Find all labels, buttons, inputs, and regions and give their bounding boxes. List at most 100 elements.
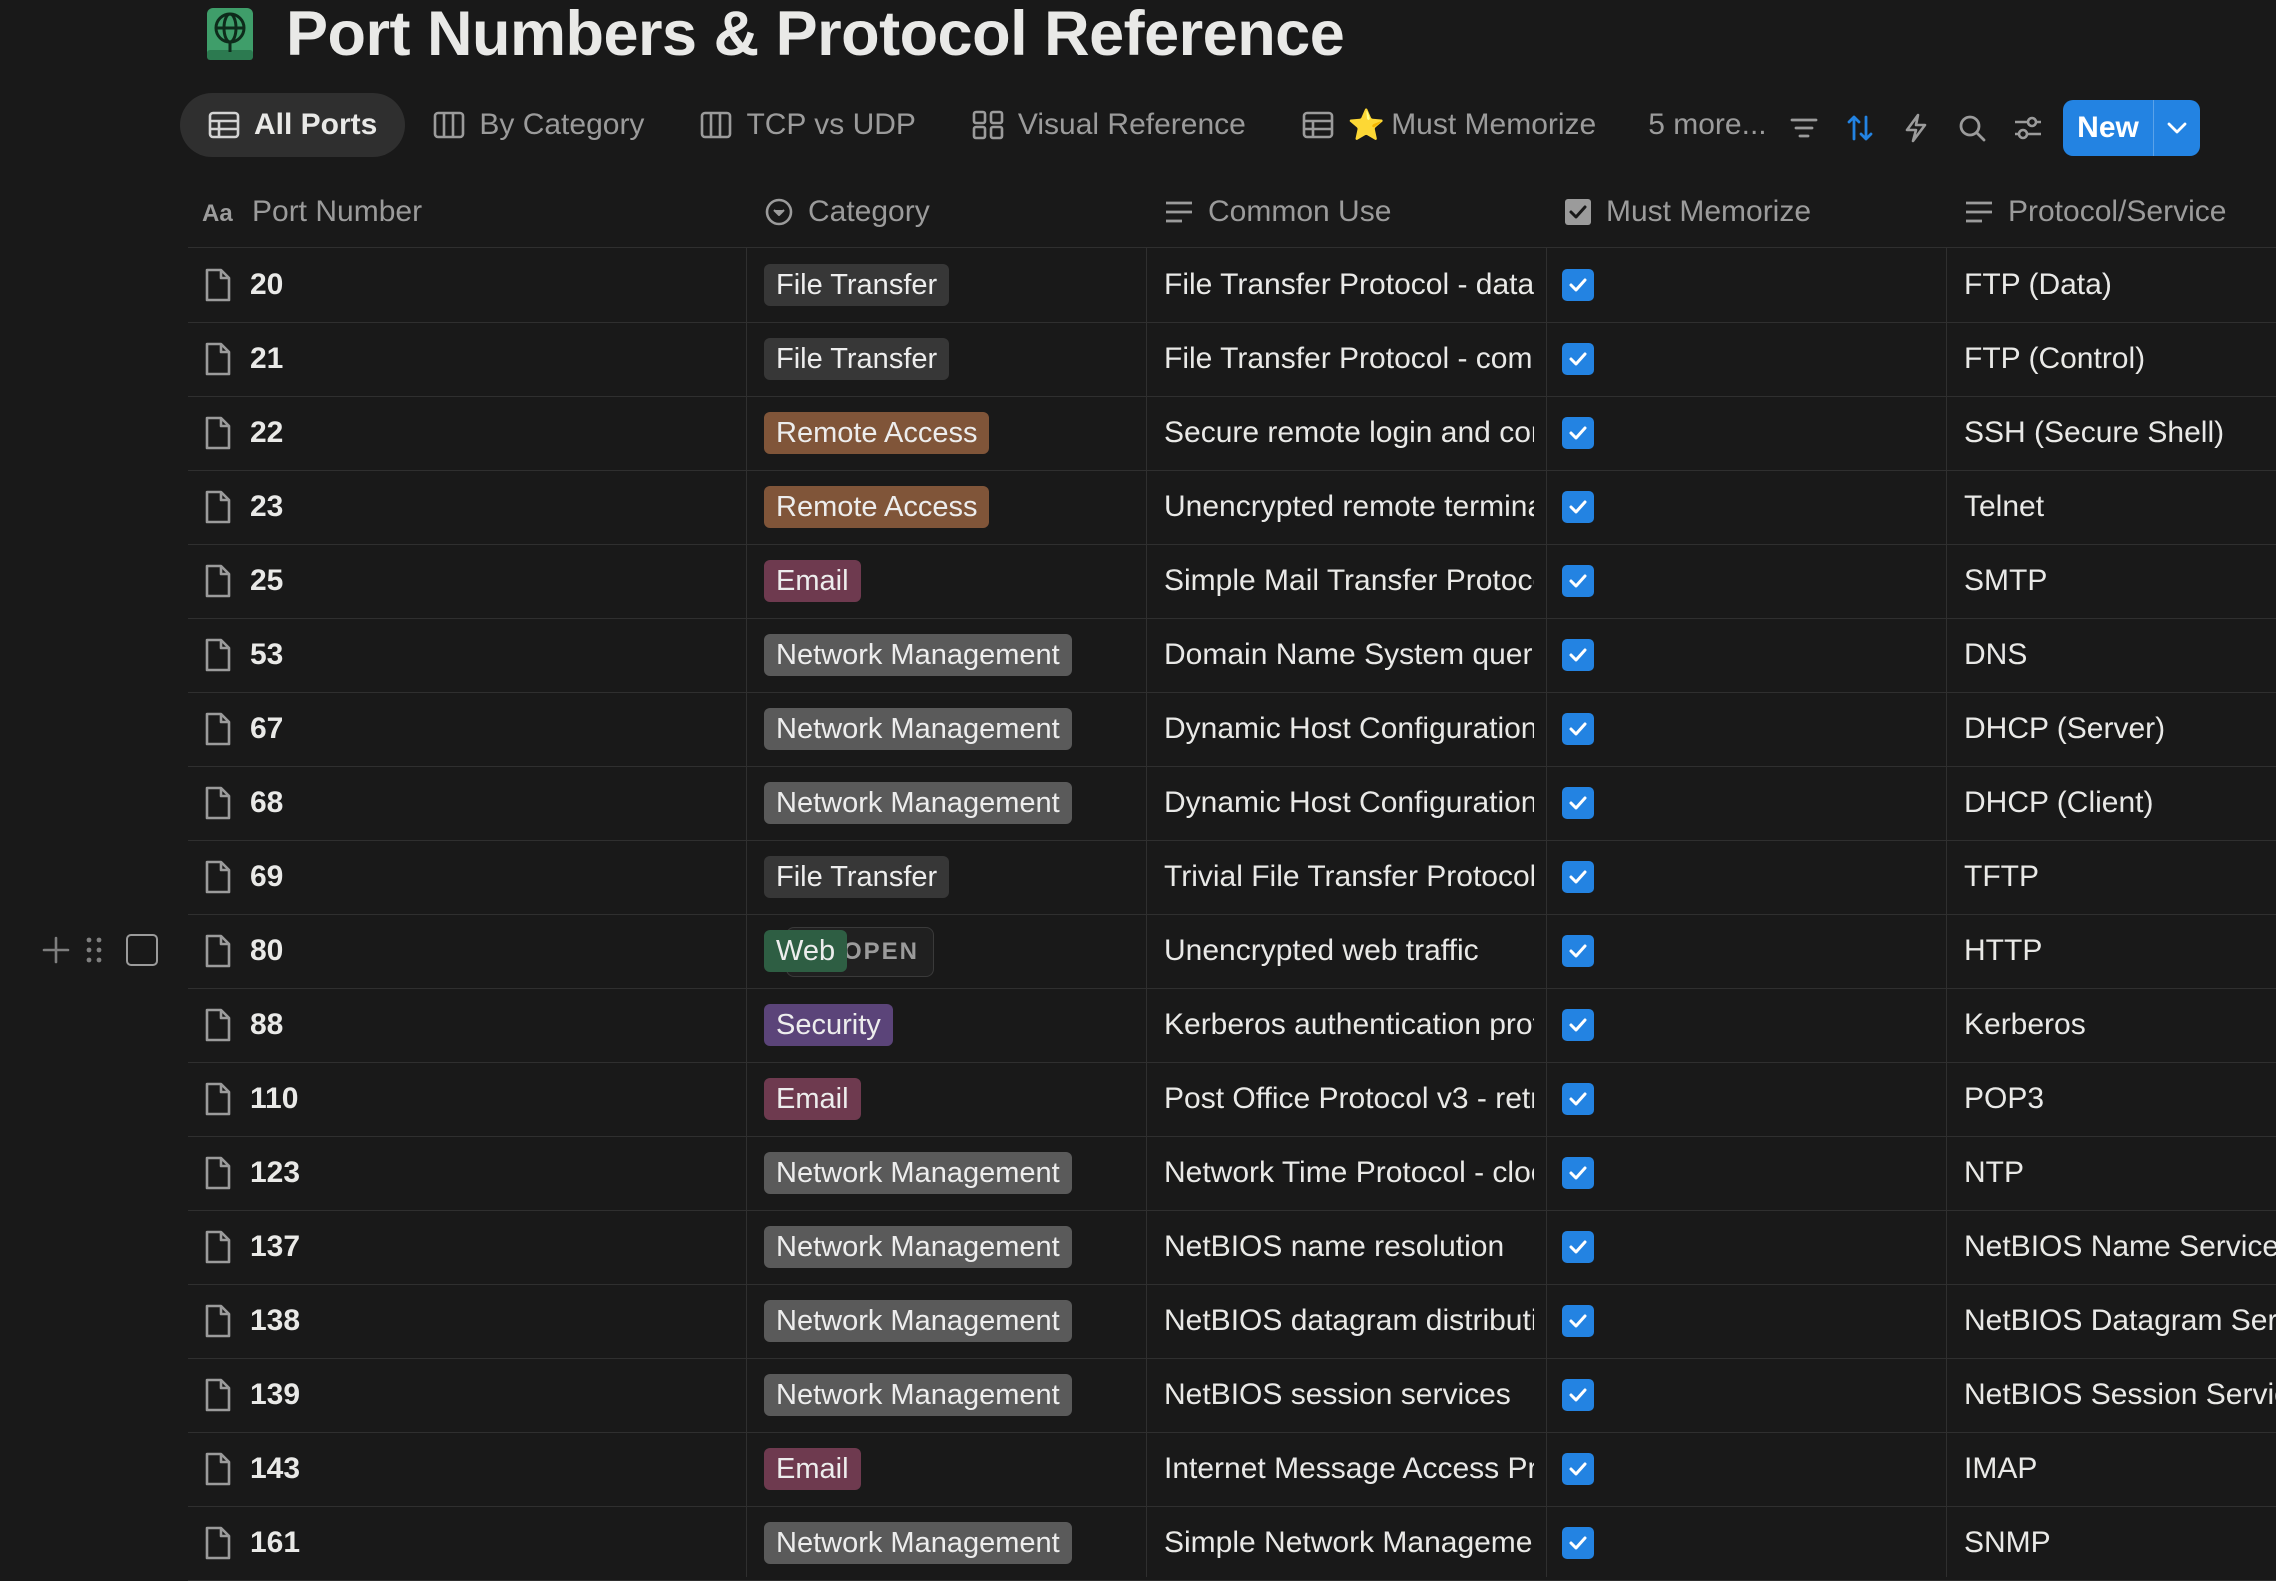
port-number-cell[interactable]: 143: [204, 1432, 734, 1506]
table-row[interactable]: 23 Remote Access Unencrypted remote termin…: [188, 470, 2276, 545]
must-memorize-checkbox[interactable]: [1562, 1157, 1594, 1189]
must-memorize-checkbox[interactable]: [1562, 639, 1594, 671]
port-number-cell[interactable]: 21: [204, 322, 734, 396]
protocol-cell[interactable]: Kerberos: [1964, 988, 2276, 1062]
table-row[interactable]: 138 Network Management NetBIOS datagram di…: [188, 1284, 2276, 1359]
settings-sliders-icon[interactable]: [2000, 100, 2056, 156]
sort-icon[interactable]: [1832, 100, 1888, 156]
must-memorize-checkbox[interactable]: [1562, 343, 1594, 375]
protocol-cell[interactable]: FTP (Control): [1964, 322, 2276, 396]
category-cell[interactable]: File Transfer: [764, 248, 1154, 322]
common-use-cell[interactable]: Secure remote login and comr: [1164, 396, 1534, 470]
protocol-cell[interactable]: IMAP: [1964, 1432, 2276, 1506]
protocol-cell[interactable]: NTP: [1964, 1136, 2276, 1210]
add-row-icon[interactable]: [38, 932, 74, 968]
column-header-category[interactable]: Category: [764, 176, 930, 247]
must-memorize-checkbox[interactable]: [1562, 713, 1594, 745]
common-use-cell[interactable]: Dynamic Host Configuration P: [1164, 692, 1534, 766]
must-memorize-checkbox[interactable]: [1562, 1009, 1594, 1041]
category-cell[interactable]: Remote Access: [764, 470, 1154, 544]
filter-icon[interactable]: [1776, 100, 1832, 156]
column-header-port[interactable]: Aa Port Number: [202, 176, 422, 247]
tab-visual-reference[interactable]: Visual Reference: [944, 93, 1274, 157]
protocol-cell[interactable]: SNMP: [1964, 1506, 2276, 1580]
must-memorize-checkbox[interactable]: [1562, 1231, 1594, 1263]
protocol-cell[interactable]: Telnet: [1964, 470, 2276, 544]
table-row[interactable]: 137 Network Management NetBIOS name resolu…: [188, 1210, 2276, 1285]
common-use-cell[interactable]: Domain Name System queries: [1164, 618, 1534, 692]
category-cell[interactable]: Network Management: [764, 1210, 1154, 1284]
table-row[interactable]: 139 Network Management NetBIOS session ser…: [188, 1358, 2276, 1433]
category-cell[interactable]: Network Management: [764, 1358, 1154, 1432]
table-row[interactable]: 110 Email Post Office Protocol v3 - retrie…: [188, 1062, 2276, 1137]
category-cell[interactable]: Network Management: [764, 618, 1154, 692]
must-memorize-checkbox[interactable]: [1562, 1083, 1594, 1115]
port-number-cell[interactable]: 138: [204, 1284, 734, 1358]
category-cell[interactable]: Email: [764, 544, 1154, 618]
must-memorize-checkbox[interactable]: [1562, 1527, 1594, 1559]
must-memorize-checkbox[interactable]: [1562, 565, 1594, 597]
port-number-cell[interactable]: 23: [204, 470, 734, 544]
category-cell[interactable]: Network Management: [764, 692, 1154, 766]
protocol-cell[interactable]: NetBIOS Name Service: [1964, 1210, 2276, 1284]
port-number-cell[interactable]: 110: [204, 1062, 734, 1136]
table-row[interactable]: 69 File Transfer Trivial File Transfer Pro…: [188, 840, 2276, 915]
common-use-cell[interactable]: Network Time Protocol - clock: [1164, 1136, 1534, 1210]
common-use-cell[interactable]: Trivial File Transfer Protocol: [1164, 840, 1534, 914]
protocol-cell[interactable]: FTP (Data): [1964, 248, 2276, 322]
common-use-cell[interactable]: Unencrypted web traffic: [1164, 914, 1534, 988]
table-row[interactable]: 161 Network Management Simple Network Mana…: [188, 1506, 2276, 1581]
category-cell[interactable]: Network Management: [764, 1506, 1154, 1580]
protocol-cell[interactable]: NetBIOS Datagram Serv: [1964, 1284, 2276, 1358]
drag-handle-icon[interactable]: [82, 932, 106, 968]
port-number-cell[interactable]: 25: [204, 544, 734, 618]
protocol-cell[interactable]: POP3: [1964, 1062, 2276, 1136]
category-cell[interactable]: Network Management: [764, 766, 1154, 840]
protocol-cell[interactable]: HTTP: [1964, 914, 2276, 988]
common-use-cell[interactable]: Kerberos authentication proto: [1164, 988, 1534, 1062]
table-row[interactable]: 68 Network Management Dynamic Host Configu…: [188, 766, 2276, 841]
port-number-cell[interactable]: 123: [204, 1136, 734, 1210]
tab-all-ports[interactable]: All Ports: [180, 93, 406, 157]
must-memorize-checkbox[interactable]: [1562, 935, 1594, 967]
port-number-cell[interactable]: 22: [204, 396, 734, 470]
table-row[interactable]: 88 Security Kerberos authentication proto K…: [188, 988, 2276, 1063]
table-row[interactable]: 25 Email Simple Mail Transfer Protocol SMTP: [188, 544, 2276, 619]
must-memorize-checkbox[interactable]: [1562, 491, 1594, 523]
category-cell[interactable]: Remote Access: [764, 396, 1154, 470]
common-use-cell[interactable]: File Transfer Protocol - data tr: [1164, 248, 1534, 322]
port-number-cell[interactable]: 69: [204, 840, 734, 914]
port-number-cell[interactable]: 161: [204, 1506, 734, 1580]
new-dropdown-button[interactable]: [2154, 100, 2200, 156]
more-views-button[interactable]: 5 more...: [1624, 93, 1790, 157]
table-row[interactable]: 143 Email Internet Message Access Prot IMAP: [188, 1432, 2276, 1507]
port-number-cell[interactable]: 68: [204, 766, 734, 840]
category-cell[interactable]: File Transfer: [764, 322, 1154, 396]
protocol-cell[interactable]: NetBIOS Session Service: [1964, 1358, 2276, 1432]
protocol-cell[interactable]: TFTP: [1964, 840, 2276, 914]
category-cell[interactable]: File Transfer: [764, 840, 1154, 914]
search-icon[interactable]: [1944, 100, 2000, 156]
common-use-cell[interactable]: Dynamic Host Configuration P: [1164, 766, 1534, 840]
tab-tcp-vs-udp[interactable]: TCP vs UDP: [672, 93, 943, 157]
protocol-cell[interactable]: DHCP (Client): [1964, 766, 2276, 840]
common-use-cell[interactable]: NetBIOS datagram distributio: [1164, 1284, 1534, 1358]
must-memorize-checkbox[interactable]: [1562, 861, 1594, 893]
column-header-memorize[interactable]: Must Memorize: [1564, 176, 1811, 247]
must-memorize-checkbox[interactable]: [1562, 1379, 1594, 1411]
category-cell[interactable]: Web: [764, 914, 1154, 988]
common-use-cell[interactable]: Post Office Protocol v3 - retrie: [1164, 1062, 1534, 1136]
must-memorize-checkbox[interactable]: [1562, 417, 1594, 449]
table-row[interactable]: 53 Network Management Domain Name System q…: [188, 618, 2276, 693]
tab-must-memorize[interactable]: ⭐ Must Memorize: [1274, 93, 1624, 157]
port-number-cell[interactable]: 53: [204, 618, 734, 692]
table-row[interactable]: 80 OPEN Web Unencrypted web traffic HTTP: [188, 914, 2276, 989]
category-cell[interactable]: Email: [764, 1062, 1154, 1136]
table-row[interactable]: 67 Network Management Dynamic Host Configu…: [188, 692, 2276, 767]
table-row[interactable]: 22 Remote Access Secure remote login and c…: [188, 396, 2276, 471]
port-number-cell[interactable]: 139: [204, 1358, 734, 1432]
common-use-cell[interactable]: Simple Network Management: [1164, 1506, 1534, 1580]
port-number-cell[interactable]: 80: [204, 914, 734, 988]
common-use-cell[interactable]: File Transfer Protocol - comm: [1164, 322, 1534, 396]
port-number-cell[interactable]: 67: [204, 692, 734, 766]
